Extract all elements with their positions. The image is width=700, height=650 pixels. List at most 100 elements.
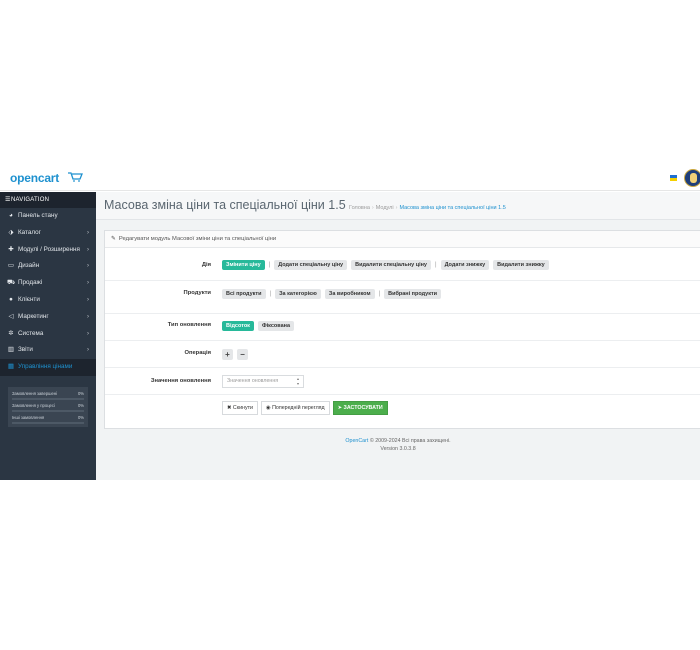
dashboard-icon: ◕ xyxy=(9,212,13,219)
by-category-button[interactable]: За категорією xyxy=(275,289,321,299)
sidebar-item-label: Панель стану xyxy=(18,212,58,219)
order-stats: Замовлення завершені 0% Замовлення у про… xyxy=(8,387,88,427)
change-price-button[interactable]: Змінити ціну xyxy=(222,260,265,270)
stat-progress-bar xyxy=(12,410,84,412)
update-value-label: Значення оновлення xyxy=(150,378,211,384)
reset-label: Скинути xyxy=(232,405,253,411)
by-manufacturer-button[interactable]: За виробником xyxy=(324,289,375,299)
opencart-link[interactable]: OpenCart xyxy=(345,438,368,444)
breadcrumb-current[interactable]: Масова зміна ціни та спеціальної ціни 1.… xyxy=(399,205,505,211)
opencart-logo[interactable]: opencart xyxy=(10,171,59,185)
share-icon: ◁ xyxy=(8,312,14,320)
percent-toggle[interactable]: Відсоток xyxy=(222,321,254,331)
action-buttons: Змінити ціну | Додати спеціальну ціну Ви… xyxy=(222,260,549,270)
chevron-right-icon: › xyxy=(87,229,89,236)
bar-chart-icon: ▥ xyxy=(7,346,15,354)
sidebar-item-label: Система xyxy=(18,329,44,337)
footer-version: Version 3.0.3.8 xyxy=(380,445,416,452)
sidebar-item-label: Каталог xyxy=(18,228,41,236)
sidebar-item-catalog[interactable]: ⬗ Каталог › xyxy=(0,225,96,242)
footer: OpenCart © 2009-2024 Всі права захищені.… xyxy=(96,438,700,453)
products-label: Продукти xyxy=(183,290,211,296)
stat-value: 0% xyxy=(77,415,84,420)
row-update-value: Значення оновлення Значення оновлення ▴ ▾ xyxy=(105,368,700,395)
minus-button[interactable]: − xyxy=(237,349,248,360)
sidebar-item-dashboard[interactable]: ◕ Панель стану xyxy=(0,208,96,225)
operation-buttons: + − xyxy=(222,349,252,360)
plus-button[interactable]: + xyxy=(222,349,233,360)
sidebar-item-label: Модулі / Розширення xyxy=(18,245,80,253)
breadcrumb-home[interactable]: Головна xyxy=(349,205,370,211)
sidebar-item-system[interactable]: ✲ Система › xyxy=(0,326,96,343)
top-header: opencart xyxy=(0,165,700,191)
gear-icon: ✲ xyxy=(8,329,14,337)
sidebar-item-label: Дизайн xyxy=(18,262,40,270)
chevron-right-icon: › xyxy=(87,330,89,337)
cart-logo-icon xyxy=(68,172,83,182)
row-update-type: Тип оновлення Відсоток Фіксована xyxy=(105,314,700,341)
calculator-icon: ▦ xyxy=(7,363,15,371)
breadcrumb-modules[interactable]: Модулі xyxy=(376,205,394,211)
stat-completed-orders: Замовлення завершені 0% xyxy=(12,390,84,402)
update-type-buttons: Відсоток Фіксована xyxy=(222,321,295,331)
stat-value: 0% xyxy=(77,391,84,396)
sidebar-item-label: Клієнти xyxy=(18,295,40,303)
sidebar-item-sales[interactable]: ⛟ Продажі › xyxy=(0,275,96,292)
delete-special-price-button[interactable]: Видалити спеціальну ціну xyxy=(351,260,431,270)
sidebar-item-reports[interactable]: ▥ Звіти › xyxy=(0,342,96,359)
sidebar-item-marketing[interactable]: ◁ Маркетинг › xyxy=(0,309,96,326)
row-operation: Операція + − xyxy=(105,341,700,368)
ua-flag-icon[interactable] xyxy=(670,175,677,181)
sidebar-item-extensions[interactable]: ✚ Модулі / Розширення › xyxy=(0,242,96,259)
stat-processing-orders: Замовлення у процесі 0% xyxy=(12,402,84,414)
edit-panel: ✎ Редагувати модуль Масової зміни ціни та… xyxy=(104,230,700,429)
stat-progress-bar xyxy=(12,422,84,424)
apply-label: ЗАСТОСУВАТИ xyxy=(343,405,383,411)
sidebar-item-label: Маркетинг xyxy=(18,312,49,320)
footer-copyright: OpenCart © 2009-2024 Всі права захищені. xyxy=(96,438,700,446)
footer-rights: © 2009-2024 Всі права захищені. xyxy=(369,438,451,444)
sidebar-item-customers[interactable]: ● Клієнти › xyxy=(0,292,96,309)
preview-label: Попередній перегляд xyxy=(272,405,325,411)
chevron-right-icon: › xyxy=(87,263,89,270)
add-special-price-button[interactable]: Додати спеціальну ціну xyxy=(274,260,348,270)
fixed-toggle[interactable]: Фіксована xyxy=(257,321,295,331)
delete-discount-button[interactable]: Видалити знижку xyxy=(493,260,549,270)
sidebar-item-price-management[interactable]: ▦ Управління цінами xyxy=(0,359,96,376)
products-buttons: Всі продукти | За категорією За виробник… xyxy=(222,289,442,299)
chevron-right-icon: › xyxy=(87,313,89,320)
navigation-header: ☰NAVIGATION xyxy=(0,192,96,208)
user-icon: ● xyxy=(9,295,13,303)
tag-icon: ⬗ xyxy=(8,228,14,236)
page-header: Масова зміна ціни та спеціальної ціни 1.… xyxy=(96,192,700,220)
apply-button[interactable]: ➤ ЗАСТОСУВАТИ xyxy=(332,401,388,415)
action-label: Дія xyxy=(201,262,211,268)
selected-products-button[interactable]: Вибрані продукти xyxy=(384,289,442,299)
sidebar: ☰NAVIGATION ◕ Панель стану ⬗ Каталог › ✚… xyxy=(0,192,96,480)
row-action: Дія Змінити ціну | Додати спеціальну цін… xyxy=(105,248,700,281)
panel-heading-text: Редагувати модуль Масової зміни ціни та … xyxy=(118,236,277,242)
navigation-title: NAVIGATION xyxy=(11,197,50,203)
stat-other-orders: Інші замовлення 0% xyxy=(12,414,84,426)
row-products: Продукти Всі продукти | За категорією За… xyxy=(105,281,700,314)
main-content: Масова зміна ціни та спеціальної ціни 1.… xyxy=(96,192,700,480)
stat-label: Замовлення у процесі xyxy=(12,403,55,408)
chevron-right-icon: › xyxy=(87,347,89,354)
spinner-arrows-icon[interactable]: ▴ ▾ xyxy=(297,376,299,386)
monitor-icon: ▭ xyxy=(7,262,15,270)
preview-button[interactable]: ◉ Попередній перегляд xyxy=(260,401,330,415)
update-type-label: Тип оновлення xyxy=(167,322,211,328)
add-discount-button[interactable]: Додати знижку xyxy=(440,260,490,270)
user-avatar[interactable] xyxy=(684,169,700,187)
chevron-right-icon: › xyxy=(87,280,89,287)
panel-heading: ✎ Редагувати модуль Масової зміни ціни та… xyxy=(105,231,700,248)
update-value-input[interactable]: Значення оновлення ▴ ▾ xyxy=(222,375,304,388)
stat-value: 0% xyxy=(77,403,84,408)
stat-label: Замовлення завершені xyxy=(12,391,58,396)
update-value-placeholder: Значення оновлення xyxy=(227,378,279,384)
stat-label: Інші замовлення xyxy=(12,415,45,420)
all-products-button[interactable]: Всі продукти xyxy=(222,289,266,299)
breadcrumb: Головна › Модулі › Масова зміна ціни та спец… xyxy=(349,205,506,211)
reset-button[interactable]: ✖ Скинути xyxy=(222,401,258,415)
sidebar-item-design[interactable]: ▭ Дизайн › xyxy=(0,258,96,275)
